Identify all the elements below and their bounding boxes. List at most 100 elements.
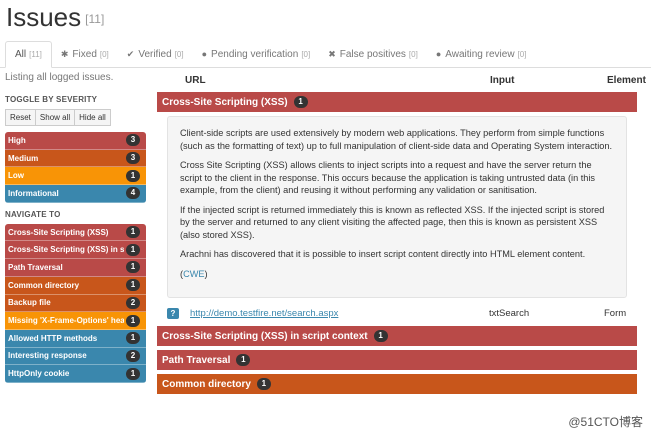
issue-group-title: Cross-Site Scripting (XSS) in script con… [162,330,368,342]
reset-button[interactable]: Reset [5,109,36,126]
nav-item-label: HttpOnly cookie [8,369,70,379]
page-title-text: Issues [6,2,82,32]
description-paragraph: Cross Site Scripting (XSS) allows client… [180,160,596,195]
count-badge: 1 [126,314,140,327]
severity-label: Low [8,171,24,181]
tab-all-label: All [15,49,27,60]
count-badge: 1 [126,169,140,182]
tab-awaiting-review[interactable]: ● Awaiting review [0] [427,41,536,67]
nav-item-path-traversal[interactable]: Path Traversal 1 [5,259,146,277]
listing-text: Listing all logged issues. [5,72,114,83]
tab-verified-count: [0] [174,49,184,59]
tab-fixed-count: [0] [99,49,109,59]
nav-item-label: Common directory [8,280,80,290]
count-badge: 2 [126,296,140,309]
count-badge: 1 [256,378,271,390]
tab-all[interactable]: All [11] [5,41,52,68]
issue-group-xss[interactable]: Cross-Site Scripting (XSS) 1 [157,92,637,112]
description-paragraph: If the injected script is returned immed… [180,204,605,240]
issue-description: Client-side scripts are used extensively… [167,116,627,298]
nav-item-interesting-response[interactable]: Interesting response 2 [5,347,146,366]
severity-label: Medium [8,153,39,163]
count-badge: 2 [126,349,140,362]
severity-toggle-informational[interactable]: Informational 4 [5,185,146,203]
tab-awaiting-count: [0] [517,49,527,59]
nav-item-allowed-http-methods[interactable]: Allowed HTTP methods 1 [5,329,146,348]
info-circle-icon: ● [201,49,208,59]
issue-tabs: All [11] ✱ Fixed [0] ✔ Verified [0] ● Pending … [0,41,651,68]
check-icon: ✔ [126,48,135,59]
nav-item-label: Backup file [8,298,51,308]
page-title: Issues [11] [6,2,104,33]
tab-false-positives-label: False positives [339,48,406,60]
severity-button-group: Reset Show all Hide all [5,109,146,126]
count-badge: 1 [126,226,140,239]
severity-toggle-high[interactable]: High 3 [5,132,146,150]
question-icon[interactable]: ? [167,308,179,319]
cwe-link[interactable]: CWE [183,269,204,279]
nav-item-backup-file[interactable]: Backup file 2 [5,294,146,313]
nav-item-label: Path Traversal [8,262,63,272]
issue-input: txtSearch [489,308,530,319]
severity-toggle-medium[interactable]: Medium 3 [5,149,146,168]
nav-item-x-frame-options[interactable]: Missing 'X-Frame-Options' header1 [5,312,146,330]
nav-item-label: Cross-Site Scripting (XSS) in script con… [8,245,124,255]
issue-element: Form [604,308,627,319]
issue-count: [11] [85,12,105,27]
nav-item-httponly-cookie[interactable]: HttpOnly cookie 1 [5,365,146,383]
info-circle-icon: ● [435,49,442,59]
tab-pending-verification[interactable]: ● Pending verification [0] [193,41,320,67]
column-input: Input [490,75,515,86]
tab-all-count: [11] [29,50,42,59]
count-badge: 1 [126,243,140,256]
nav-item-common-directory[interactable]: Common directory 1 [5,276,146,295]
column-url: URL [185,75,206,86]
issue-group-path-traversal[interactable]: Path Traversal 1 [157,350,637,370]
count-badge: 1 [126,332,140,345]
tab-false-positives[interactable]: ✖ False positives [0] [319,41,427,67]
severity-list: High 3 Medium 3 Low 1 Informational 4 [5,132,146,203]
description-paragraph: Arachni has discovered that it is possib… [180,249,586,259]
nav-item-xss-script-context[interactable]: Cross-Site Scripting (XSS) in script con… [5,241,146,260]
watermark: @51CTO博客 [568,415,643,429]
count-badge: 1 [293,96,308,108]
hide-all-button[interactable]: Hide all [74,109,111,126]
tab-awaiting-label: Awaiting review [445,48,515,60]
tab-verified[interactable]: ✔ Verified [0] [118,41,193,67]
issue-group-title: Cross-Site Scripting (XSS) [162,96,288,108]
description-paragraph: Client-side scripts are used extensively… [180,128,613,151]
tab-pending-count: [0] [301,49,311,59]
count-badge: 4 [126,187,140,200]
ref-close: ) [204,268,208,279]
severity-label: High [8,135,26,145]
issue-group-common-directory[interactable]: Common directory 1 [157,374,637,394]
nav-item-label: Interesting response [8,351,87,361]
show-all-button[interactable]: Show all [34,109,76,126]
issue-group-xss-script-context[interactable]: Cross-Site Scripting (XSS) in script con… [157,326,637,346]
issue-group-title: Path Traversal [162,354,231,366]
nav-item-xss[interactable]: Cross-Site Scripting (XSS) 1 [5,223,146,242]
references: (CWE) [180,268,614,281]
nav-item-label: Allowed HTTP methods [8,333,98,343]
issue-group-title: Common directory [162,378,251,390]
count-badge: 1 [236,354,251,366]
count-badge: 3 [126,134,140,147]
nav-item-label: Missing 'X-Frame-Options' header [8,316,124,326]
issues-table: URL Input Element Cross-Site Scripting (… [157,72,646,398]
count-badge: 3 [126,152,140,165]
tab-false-positives-count: [0] [408,49,418,59]
issue-row: ? http://demo.testfire.net/search.aspx t… [157,302,637,326]
tab-fixed[interactable]: ✱ Fixed [0] [52,41,118,67]
tab-verified-label: Verified [138,48,172,60]
count-badge: 1 [126,261,140,274]
toggle-severity-heading: TOGGLE BY SEVERITY [5,95,98,104]
sidebar: Listing all logged issues. TOGGLE BY SEV… [5,72,146,390]
count-badge: 1 [126,367,140,380]
severity-toggle-low[interactable]: Low 1 [5,167,146,186]
close-icon: ✖ [328,48,336,59]
count-badge: 1 [126,279,140,292]
asterisk-icon: ✱ [60,48,69,59]
issue-url-link[interactable]: http://demo.testfire.net/search.aspx [190,308,338,319]
navigate-list: Cross-Site Scripting (XSS) 1 Cross-Site S… [5,223,146,383]
severity-label: Informational [8,188,59,198]
